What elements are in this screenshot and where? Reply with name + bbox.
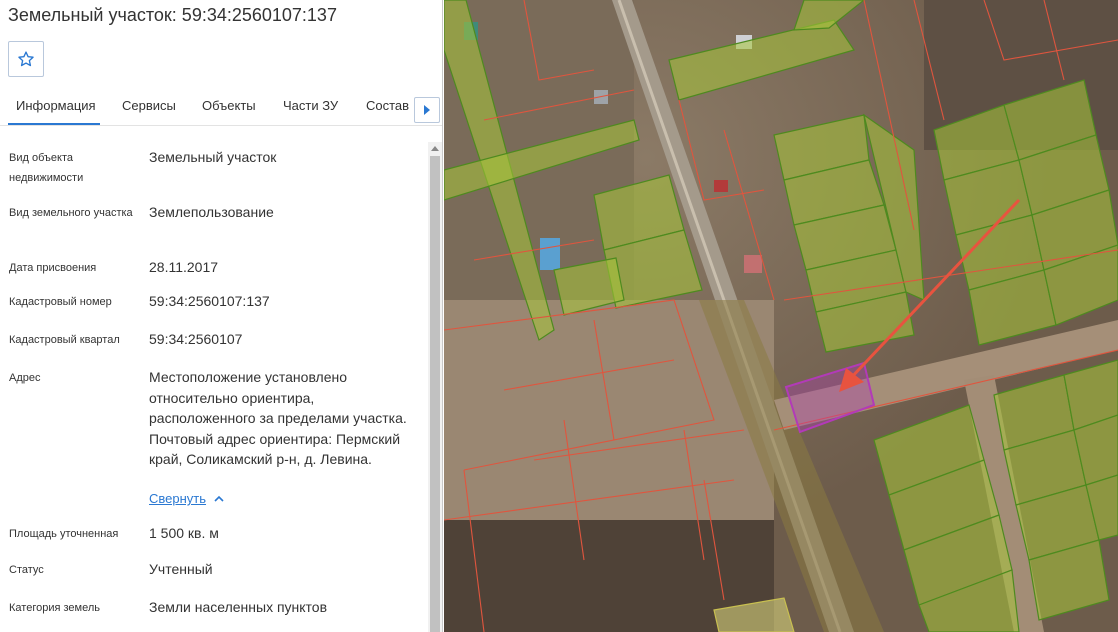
tab-services[interactable]: Сервисы [122,98,176,113]
value-status: Учтенный [149,561,213,577]
chevron-right-icon [424,105,430,115]
label-object-type: Вид объекта недвижимости [9,152,84,184]
scroll-thumb[interactable] [430,156,440,632]
active-tab-indicator [8,123,100,125]
label-land-category: Категория земель [9,602,100,614]
tab-composition[interactable]: Состав [366,98,409,113]
scroll-up-arrow[interactable] [428,142,442,154]
label-parcel-kind: Вид земельного участка [9,207,133,219]
tab-info[interactable]: Информация [16,98,96,113]
properties-list: Вид объекта недвижимости Земельный участ… [0,127,428,632]
label-assign-date: Дата присвоения [9,262,97,274]
value-area: 1 500 кв. м [149,525,219,541]
value-address: Местоположение установлено относительно … [149,369,407,467]
properties-scrollbar[interactable] [428,142,442,632]
label-status: Статус [9,564,44,576]
house-roof [744,255,762,273]
value-land-category: Земли населенных пунктов [149,599,328,615]
house-roof [540,238,560,270]
value-cadastral-quarter: 59:34:2560107 [149,331,243,347]
star-outline-icon [18,51,34,67]
tab-parts[interactable]: Части ЗУ [283,98,338,113]
collapse-label: Свернуть [149,491,207,506]
favorite-button[interactable] [8,41,44,77]
cadastral-map[interactable] [444,0,1118,632]
label-cadastral-number: Кадастровый номер [9,296,112,308]
label-area: Площадь уточненная [9,528,119,540]
caret-up-icon [431,145,439,151]
collapse-address-link[interactable]: Свернуть [149,491,224,506]
value-object-type: Земельный участок [149,149,277,165]
info-panel: Земельный участок: 59:34:2560107:137 Инф… [0,0,443,632]
chevron-up-icon [214,495,224,502]
label-address: Адрес [9,372,41,384]
tabs-next-button[interactable] [414,97,440,123]
page-title: Земельный участок: 59:34:2560107:137 [8,5,337,25]
value-assign-date: 28.11.2017 [149,259,219,275]
tab-bar: Информация Сервисы Объекты Части ЗУ Сост… [0,92,442,126]
value-cadastral-number: 59:34:2560107:137 [149,293,270,309]
value-parcel-kind: Землепользование [149,204,274,220]
tab-objects[interactable]: Объекты [202,98,256,113]
house-roof [714,180,728,192]
label-cadastral-quarter: Кадастровый квартал [9,334,120,346]
